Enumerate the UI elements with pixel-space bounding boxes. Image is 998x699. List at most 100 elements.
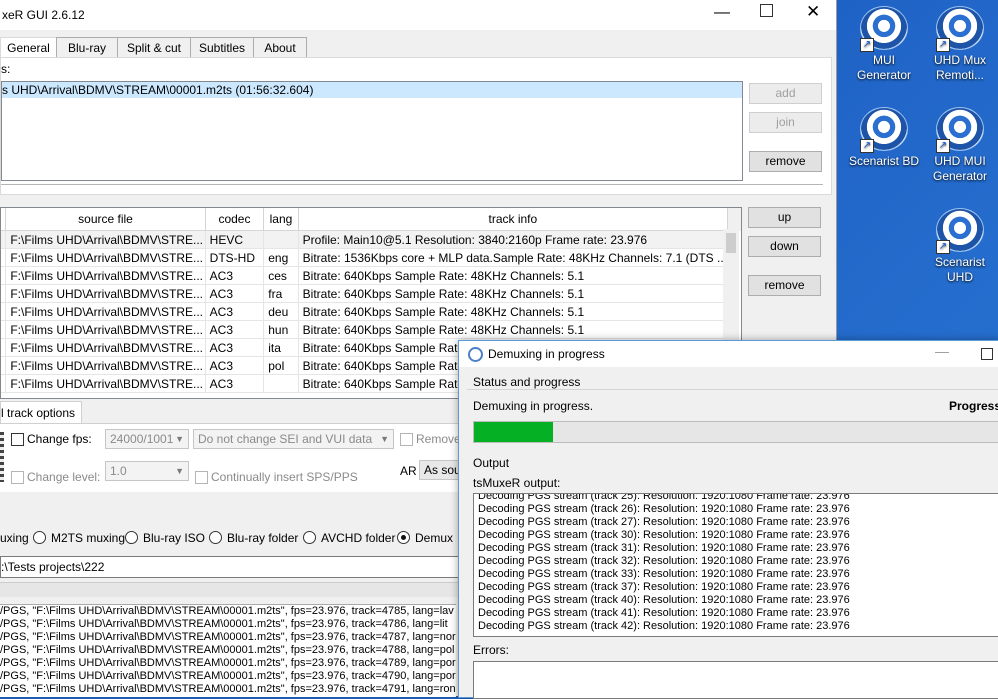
chevron-down-icon: ▼ — [380, 434, 389, 444]
level-select[interactable]: 1.0 ▼ — [105, 461, 189, 481]
table-row[interactable]: F:\Films UHD\Arrival\BDMV\STRE... AC3 hun B… — [1, 320, 741, 339]
radio-avchd-folder[interactable] — [303, 531, 316, 544]
close-icon[interactable]: ✕ — [806, 2, 820, 22]
tab-blu-ray[interactable]: Blu-ray — [56, 37, 118, 58]
progress-label: Progress — [949, 399, 998, 413]
log-output[interactable]: /PGS, "F:\Films UHD\Arrival\BDMV\STREAM\… — [0, 604, 456, 697]
output-line: Decoding PGS stream (track 32): Resoluti… — [478, 555, 850, 567]
film-strip-icon — [0, 432, 4, 482]
log-line: /PGS, "F:\Films UHD\Arrival\BDMV\STREAM\… — [0, 644, 455, 656]
output-line: Decoding PGS stream (track 26): Resoluti… — [478, 503, 850, 515]
join-button[interactable]: join — [749, 112, 822, 133]
cell-track-info: Profile: Main10@5.1 Resolution: 3840:216… — [298, 230, 729, 249]
cell-source-file: F:\Films UHD\Arrival\BDMV\STRE... — [5, 320, 206, 339]
radio-label-muxing[interactable]: uxing — [0, 531, 29, 545]
level-select-value: 1.0 — [110, 464, 127, 478]
list-item[interactable]: s UHD\Arrival\BDMV\STREAM\00001.m2ts (01… — [2, 82, 742, 98]
cell-lang: fra — [263, 284, 299, 303]
change-fps-label: Change fps: — [27, 432, 92, 446]
change-fps-checkbox[interactable] — [11, 433, 24, 446]
column-header-codec[interactable]: codec — [205, 208, 265, 231]
cell-codec: HEVC — [205, 230, 265, 249]
cell-source-file: F:\Films UHD\Arrival\BDMV\STRE... — [5, 284, 206, 303]
maximize-icon[interactable] — [981, 348, 993, 360]
log-line: /PGS, "F:\Films UHD\Arrival\BDMV\STREAM\… — [0, 683, 456, 695]
output-line: Decoding PGS stream (track 37): Resoluti… — [478, 581, 850, 593]
input-files-label: s: — [1, 62, 11, 76]
radio-blu-ray-folder[interactable] — [209, 531, 222, 544]
output-line: Decoding PGS stream (track 25): Resoluti… — [478, 493, 850, 502]
output-line: Decoding PGS stream (track 42): Resoluti… — [478, 620, 850, 632]
fps-select[interactable]: 24000/1001 ▼ — [105, 429, 189, 449]
cell-codec: AC3 — [205, 320, 265, 339]
cell-source-file: F:\Films UHD\Arrival\BDMV\STRE... — [5, 374, 206, 393]
remove-track-button[interactable]: remove — [748, 275, 821, 296]
desktop-icon-label: MUI Generator — [856, 53, 912, 82]
table-row[interactable]: F:\Films UHD\Arrival\BDMV\STRE... AC3 fra B… — [1, 284, 741, 303]
column-header-track-info[interactable]: track info — [298, 208, 729, 231]
table-row[interactable]: F:\Films UHD\Arrival\BDMV\STRE... AC3 ces B… — [1, 266, 741, 285]
desktop-icon-uhd-mui-generator[interactable]: ↗ UHD MUI Generator — [922, 107, 998, 184]
cell-codec: DTS-HD — [205, 248, 265, 267]
shortcut-arrow-icon: ↗ — [860, 139, 874, 153]
input-files-list[interactable]: s UHD\Arrival\BDMV\STREAM\00001.m2ts (01… — [1, 81, 743, 181]
output-mode-group: uxing M2TS muxing Blu-ray ISO Blu-ray fo… — [0, 524, 470, 550]
minimize-icon[interactable]: — — [714, 4, 730, 22]
radio-label-avchd: AVCHD folder — [321, 531, 396, 545]
output-line: Decoding PGS stream (track 33): Resoluti… — [478, 568, 850, 580]
radio-demux[interactable] — [397, 531, 410, 544]
shortcut-arrow-icon: ↗ — [936, 38, 950, 52]
remove-file-button[interactable]: remove — [749, 151, 822, 172]
radio-m2ts-muxing[interactable] — [33, 531, 46, 544]
change-level-checkbox[interactable] — [11, 471, 24, 484]
sei-select[interactable]: Do not change SEI and VUI data ▼ — [193, 429, 394, 449]
radio-label-m2ts: M2TS muxing — [51, 531, 126, 545]
desktop-icon-scenarist-bd[interactable]: ↗ Scenarist BD — [846, 107, 922, 169]
cell-codec: AC3 — [205, 374, 265, 393]
tab-about[interactable]: About — [253, 37, 307, 58]
dialog-title-bar: Demuxing in progress — — [459, 341, 998, 367]
output-line: Decoding PGS stream (track 31): Resoluti… — [478, 542, 850, 554]
cell-track-info: Bitrate: 640Kbps Sample Rate: 48KHz Chan… — [298, 302, 729, 321]
maximize-icon[interactable] — [760, 4, 773, 17]
tab-track-options[interactable]: l track options — [0, 401, 82, 424]
desktop-icon-uhd-mux-remote[interactable]: ↗ UHD Mux Remoti... — [922, 6, 998, 83]
output-line: Decoding PGS stream (track 41): Resoluti… — [478, 607, 850, 619]
move-down-button[interactable]: down — [748, 236, 821, 257]
column-header-source-file[interactable]: source file — [5, 208, 206, 231]
desktop-icon-mui-generator[interactable]: ↗ MUI Generator — [846, 6, 922, 83]
title-bar: xeR GUI 2.6.12 — ✕ — [0, 0, 836, 30]
tab-general[interactable]: General — [0, 37, 57, 58]
change-level-label: Change level: — [27, 470, 101, 484]
scrollbar-thumb[interactable] — [726, 233, 736, 253]
tab-split-cut[interactable]: Split & cut — [117, 37, 191, 58]
cell-codec: AC3 — [205, 356, 265, 375]
window-title: xeR GUI 2.6.12 — [2, 8, 85, 22]
minimize-icon[interactable]: — — [935, 343, 949, 359]
splitter[interactable] — [0, 582, 460, 597]
output-textarea[interactable]: Decoding PGS stream (track 25): Resoluti… — [473, 493, 998, 637]
cell-source-file: F:\Films UHD\Arrival\BDMV\STRE... — [5, 266, 206, 285]
desktop-icon-scenarist-uhd[interactable]: ↗ Scenarist UHD — [922, 208, 998, 285]
tab-subtitles[interactable]: Subtitles — [190, 37, 254, 58]
radio-blu-ray-iso[interactable] — [125, 531, 138, 544]
ar-label: AR — [400, 464, 417, 478]
errors-textarea[interactable] — [473, 661, 998, 699]
cell-source-file: F:\Films UHD\Arrival\BDMV\STRE... — [5, 356, 206, 375]
cell-lang — [263, 230, 299, 249]
cell-lang: eng — [263, 248, 299, 267]
status-group-label: Status and progress — [473, 375, 581, 389]
output-path-field[interactable]: :\Tests projects\222 — [0, 556, 462, 578]
table-row[interactable]: F:\Films UHD\Arrival\BDMV\STRE... AC3 deu B… — [1, 302, 741, 321]
chevron-down-icon: ▼ — [175, 466, 184, 476]
cell-source-file: F:\Films UHD\Arrival\BDMV\STRE... — [5, 338, 206, 357]
table-row[interactable]: F:\Films UHD\Arrival\BDMV\STRE... HEVC Pro… — [1, 230, 741, 249]
cell-codec: AC3 — [205, 284, 265, 303]
table-row[interactable]: F:\Films UHD\Arrival\BDMV\STRE... DTS-HD e… — [1, 248, 741, 267]
move-up-button[interactable]: up — [748, 207, 821, 228]
errors-label: Errors: — [473, 643, 509, 657]
add-button[interactable]: add — [749, 83, 822, 104]
remove-checkbox[interactable] — [400, 433, 413, 446]
insert-sps-checkbox[interactable] — [195, 471, 208, 484]
column-header-lang[interactable]: lang — [263, 208, 299, 231]
